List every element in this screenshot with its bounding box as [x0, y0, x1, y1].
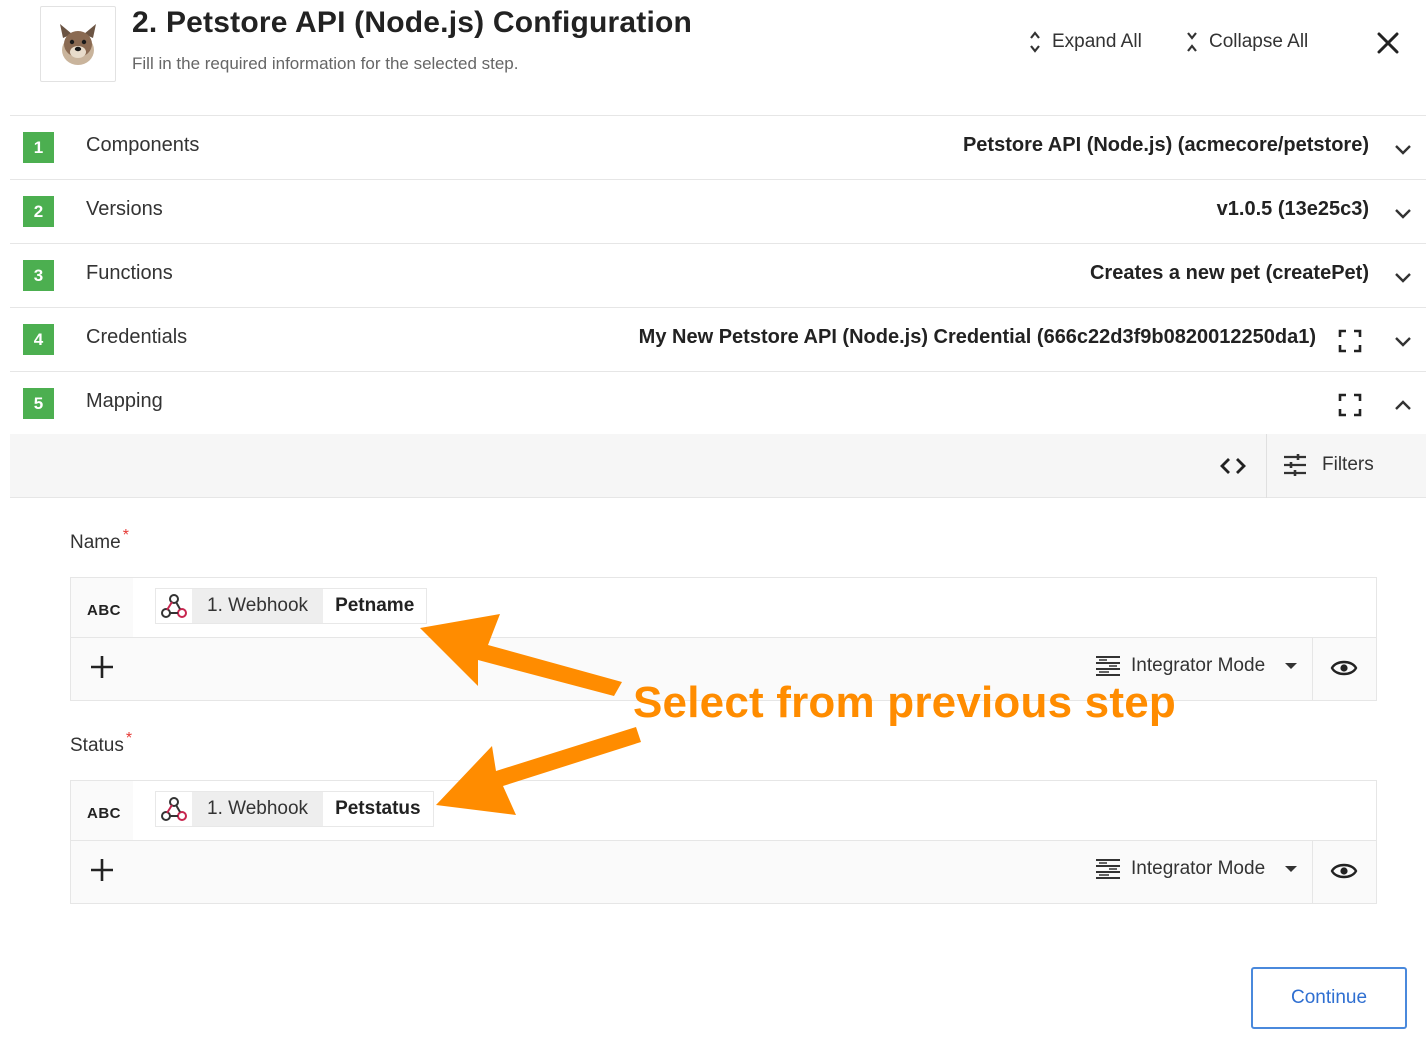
step-components[interactable]: 1 Components Petstore API (Node.js) (acm… [10, 116, 1426, 180]
integrator-mode-dropdown[interactable]: Integrator Mode [1095, 857, 1298, 881]
fullscreen-icon[interactable] [1337, 392, 1363, 418]
page-subtitle: Fill in the required information for the… [132, 54, 519, 73]
chevron-down-icon[interactable] [1392, 202, 1414, 224]
step-number-badge: 3 [23, 260, 54, 291]
mode-label: Integrator Mode [1131, 858, 1266, 879]
text-lines-icon [1096, 656, 1120, 676]
step-label: Versions [86, 198, 163, 220]
dialog-header: 2. Petstore API (Node.js) Configuration … [10, 0, 1426, 116]
text-lines-icon [1096, 859, 1120, 879]
dog-logo-icon [60, 24, 96, 65]
step-credentials[interactable]: 4 Credentials My New Petstore API (Node.… [10, 308, 1426, 372]
step-value: Petstore API (Node.js) (acmecore/petstor… [962, 134, 1369, 156]
chevron-down-icon[interactable] [1392, 266, 1414, 288]
step-functions[interactable]: 3 Functions Creates a new pet (createPet… [10, 244, 1426, 308]
code-view-icon[interactable] [1218, 452, 1248, 480]
status-input[interactable]: 1. Webhook Petstatus [133, 781, 1376, 840]
webhook-icon [156, 589, 192, 623]
chevron-down-icon[interactable] [1392, 330, 1414, 352]
page-title: 2. Petstore API (Node.js) Configuration [132, 6, 693, 39]
step-mapping[interactable]: 5 Mapping [10, 372, 1426, 436]
integrator-mode-dropdown[interactable]: Integrator Mode [1095, 654, 1298, 678]
close-icon[interactable] [1373, 28, 1403, 58]
step-label: Credentials [86, 326, 188, 348]
required-marker: * [125, 730, 133, 747]
step-number-badge: 1 [23, 132, 54, 163]
filters-button[interactable]: Filters [1282, 452, 1374, 478]
fullscreen-icon[interactable] [1337, 328, 1363, 354]
webhook-icon [156, 792, 192, 826]
mapped-value-chip[interactable]: 1. Webhook Petstatus [155, 791, 434, 827]
chip-source-step: 1. Webhook [192, 589, 324, 623]
type-badge-abc: ABC [87, 602, 121, 619]
eye-icon[interactable] [1330, 657, 1358, 679]
caret-down-icon [1285, 866, 1298, 872]
field-label-status: Status * [70, 730, 132, 757]
expand-all-button[interactable]: Expand All [1028, 28, 1142, 56]
field-label-name: Name * [70, 527, 129, 554]
collapse-all-label: Collapse All [1209, 31, 1309, 52]
collapse-all-button[interactable]: Collapse All [1185, 28, 1308, 56]
step-versions[interactable]: 2 Versions v1.0.5 (13e25c3) [10, 180, 1426, 244]
eye-icon[interactable] [1330, 860, 1358, 882]
caret-down-icon [1285, 663, 1298, 669]
filters-label: Filters [1322, 454, 1374, 475]
step-value: Creates a new pet (createPet) [1089, 262, 1369, 284]
step-value: My New Petstore API (Node.js) Credential… [638, 326, 1316, 348]
step-label: Mapping [86, 390, 163, 412]
annotation-text: Select from previous step [633, 678, 1176, 727]
filter-sliders-icon [1284, 454, 1306, 476]
step-number-badge: 2 [23, 196, 54, 227]
field-input-row: ABC 1. Webhook Petname [71, 578, 1376, 638]
chevron-up-icon[interactable] [1392, 394, 1414, 416]
continue-button[interactable]: Continue [1251, 967, 1407, 1029]
mapped-value-chip[interactable]: 1. Webhook Petname [155, 588, 428, 624]
field-label-text: Name [70, 532, 121, 553]
field-divider [1312, 841, 1313, 903]
step-number-badge: 4 [23, 324, 54, 355]
step-value: v1.0.5 (13e25c3) [1216, 198, 1369, 220]
chip-field-name: Petstatus [335, 798, 421, 819]
step-number-badge: 5 [23, 388, 54, 419]
step-label: Components [86, 134, 200, 156]
toolbar-divider [1266, 434, 1267, 498]
field-divider [1312, 638, 1313, 700]
add-icon[interactable] [89, 654, 115, 680]
required-marker: * [122, 527, 129, 544]
chip-field-name: Petname [335, 595, 415, 616]
expand-all-label: Expand All [1052, 31, 1142, 52]
name-input[interactable]: 1. Webhook Petname [133, 578, 1376, 637]
collapse-icon [1187, 32, 1197, 52]
add-icon[interactable] [89, 857, 115, 883]
type-badge-abc: ABC [87, 805, 121, 822]
step-label: Functions [86, 262, 173, 284]
status-field: ABC 1. Webhook Petstatus Integrator Mode [70, 780, 1377, 904]
mode-label: Integrator Mode [1131, 655, 1266, 676]
field-label-text: Status [70, 735, 124, 756]
chevron-down-icon[interactable] [1392, 138, 1414, 160]
component-avatar [40, 6, 116, 82]
mapping-toolbar: Filters [10, 434, 1426, 498]
field-input-row: ABC 1. Webhook Petstatus [71, 781, 1376, 841]
chip-source-step: 1. Webhook [192, 792, 324, 826]
expand-icon [1030, 31, 1040, 53]
